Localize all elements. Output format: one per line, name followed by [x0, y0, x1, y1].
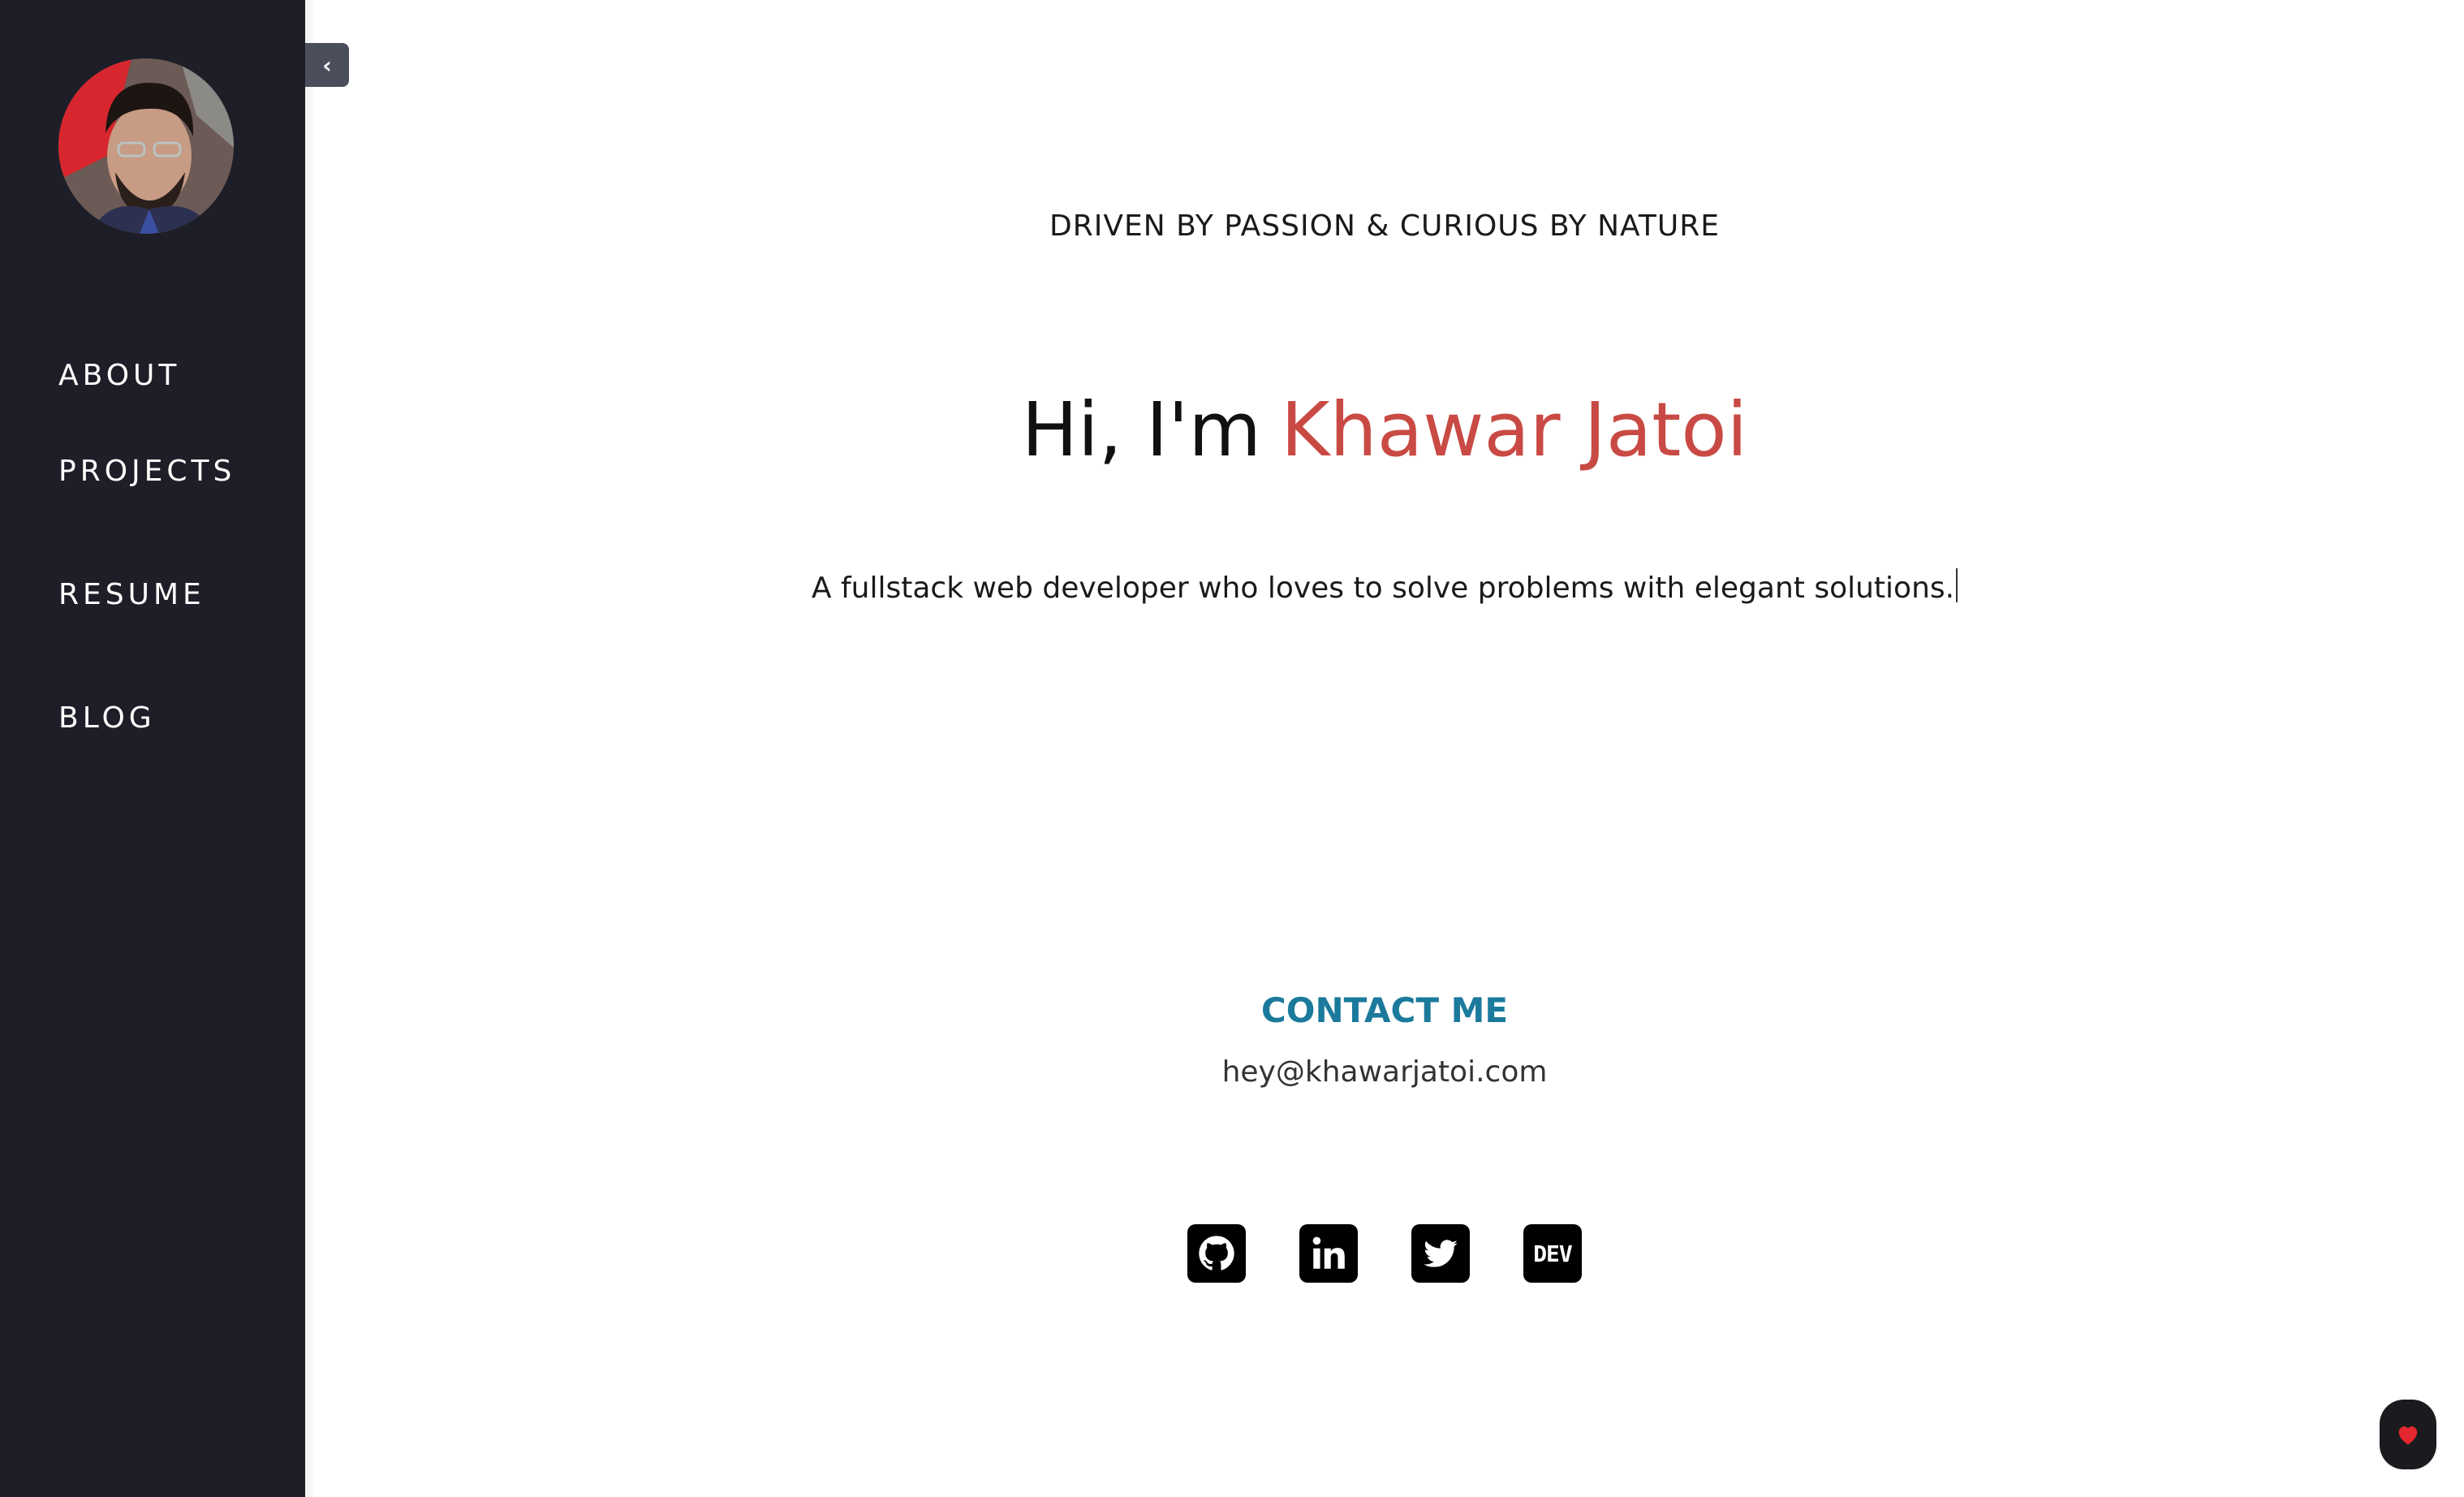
hero-heading: Hi, I'm Khawar Jatoi	[305, 382, 2464, 479]
hero-greeting: Hi, I'm	[1021, 386, 1262, 473]
sidebar-item-blog: BLOG	[58, 656, 235, 779]
social-links: DEV	[305, 1224, 2464, 1283]
dev-link[interactable]: DEV	[1523, 1224, 1582, 1283]
heart-icon	[2398, 1426, 2418, 1445]
main-content: DRIVEN BY PASSION & CURIOUS BY NATURE Hi…	[305, 0, 2464, 1497]
twitter-icon	[1424, 1240, 1458, 1267]
nav-link-about[interactable]: ABOUT	[58, 359, 180, 392]
linkedin-icon	[1312, 1236, 1345, 1269]
tagline: DRIVEN BY PASSION & CURIOUS BY NATURE	[1049, 209, 1720, 243]
sidebar: ABOUT PROJECTS RESUME BLOG	[0, 0, 305, 1497]
hero-subtitle-text: A fullstack web developer who loves to s…	[811, 572, 1955, 605]
typing-caret	[1956, 568, 1958, 602]
hero-subtitle: A fullstack web developer who loves to s…	[305, 568, 2464, 605]
twitter-link[interactable]	[1411, 1224, 1470, 1283]
contact-email[interactable]: hey@khawarjatoi.com	[305, 1055, 2464, 1089]
favorite-button[interactable]	[2380, 1400, 2436, 1469]
hero-name: Khawar Jatoi	[1281, 386, 1748, 473]
sidebar-item-projects: PROJECTS	[58, 409, 235, 533]
sidebar-item-about: ABOUT	[58, 341, 235, 409]
linkedin-link[interactable]	[1299, 1224, 1358, 1283]
sidebar-item-resume: RESUME	[58, 533, 235, 656]
github-icon	[1199, 1236, 1234, 1271]
nav-link-resume[interactable]: RESUME	[58, 578, 205, 611]
dev-icon: DEV	[1533, 1240, 1573, 1267]
avatar[interactable]	[58, 58, 234, 234]
sidebar-nav: ABOUT PROJECTS RESUME BLOG	[58, 341, 235, 779]
github-link[interactable]	[1187, 1224, 1246, 1283]
contact-title: CONTACT ME	[1260, 990, 1509, 1030]
nav-link-projects[interactable]: PROJECTS	[58, 455, 235, 488]
avatar-photo	[58, 58, 234, 234]
nav-link-blog[interactable]: BLOG	[58, 701, 156, 735]
